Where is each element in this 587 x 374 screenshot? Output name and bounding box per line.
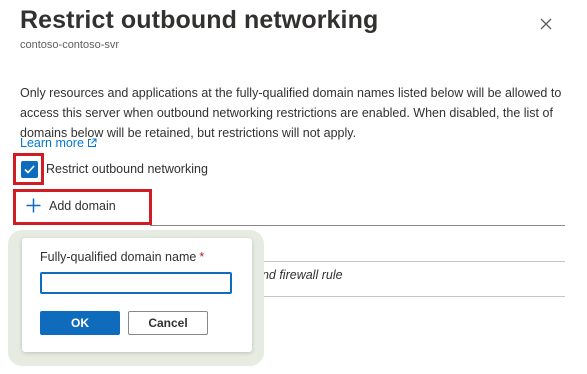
domain-field-label: Fully-qualified domain name * bbox=[40, 250, 204, 264]
external-link-icon bbox=[87, 138, 97, 147]
ok-button[interactable]: OK bbox=[40, 311, 120, 335]
server-name: contoso-contoso-svr bbox=[20, 39, 120, 51]
table-header-divider bbox=[150, 225, 565, 226]
close-button[interactable] bbox=[534, 12, 558, 36]
plus-icon bbox=[26, 198, 41, 213]
table-row-divider-bottom bbox=[255, 296, 565, 297]
table-empty-row-text: und firewall rule bbox=[255, 268, 343, 282]
restrict-outbound-label: Restrict outbound networking bbox=[46, 162, 208, 176]
add-domain-button[interactable]: Add domain bbox=[26, 198, 116, 213]
close-icon bbox=[540, 18, 552, 30]
restrict-outbound-checkbox[interactable] bbox=[21, 161, 38, 178]
table-row-divider bbox=[255, 261, 565, 262]
domain-name-input[interactable] bbox=[40, 272, 232, 294]
description-text: Only resources and applications at the f… bbox=[20, 86, 562, 140]
learn-more-link[interactable]: Learn more bbox=[20, 136, 97, 150]
domain-field-label-text: Fully-qualified domain name bbox=[40, 250, 197, 264]
add-domain-popup: Fully-qualified domain name * OK Cancel bbox=[22, 238, 252, 352]
required-marker: * bbox=[199, 250, 205, 264]
cancel-button[interactable]: Cancel bbox=[128, 311, 208, 335]
panel-title: Restrict outbound networking bbox=[20, 6, 379, 34]
add-domain-label: Add domain bbox=[49, 198, 116, 213]
checkmark-icon bbox=[24, 165, 35, 174]
learn-more-label: Learn more bbox=[20, 136, 84, 150]
